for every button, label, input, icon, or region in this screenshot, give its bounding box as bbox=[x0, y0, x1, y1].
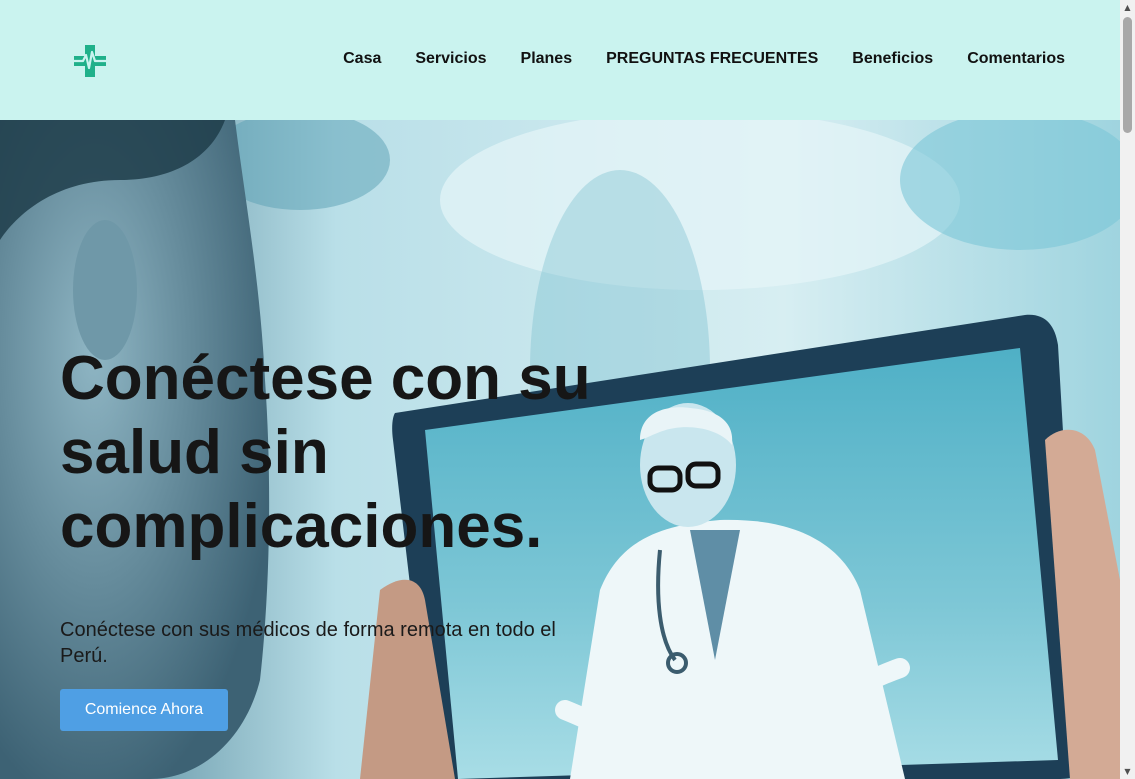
get-started-button[interactable]: Comience Ahora bbox=[60, 689, 228, 731]
nav-link-planes[interactable]: Planes bbox=[521, 50, 573, 68]
medical-cross-heartbeat-icon[interactable] bbox=[73, 44, 107, 78]
hero-title: Conéctese con su salud sin complicacione… bbox=[60, 344, 591, 561]
nav-link-comentarios[interactable]: Comentarios bbox=[967, 50, 1065, 68]
nav-link-casa[interactable]: Casa bbox=[343, 50, 381, 68]
scroll-down-arrow-icon[interactable]: ▼ bbox=[1120, 764, 1135, 779]
nav-link-preguntas-frecuentes[interactable]: PREGUNTAS FRECUENTES bbox=[606, 50, 818, 68]
navbar: Casa Servicios Planes PREGUNTAS FRECUENT… bbox=[0, 0, 1120, 120]
scroll-up-arrow-icon[interactable]: ▲ bbox=[1120, 0, 1135, 15]
main-nav: Casa Servicios Planes PREGUNTAS FRECUENT… bbox=[309, 50, 1065, 68]
vertical-scrollbar[interactable]: ▲ ▼ bbox=[1120, 0, 1135, 779]
scrollbar-thumb[interactable] bbox=[1123, 17, 1132, 133]
nav-link-servicios[interactable]: Servicios bbox=[415, 50, 486, 68]
nav-link-beneficios[interactable]: Beneficios bbox=[852, 50, 933, 68]
page: Casa Servicios Planes PREGUNTAS FRECUENT… bbox=[0, 0, 1135, 779]
hero-section: Conéctese con su salud sin complicacione… bbox=[0, 120, 1120, 779]
hero-subtitle: Conéctese con sus médicos de forma remot… bbox=[60, 619, 556, 667]
